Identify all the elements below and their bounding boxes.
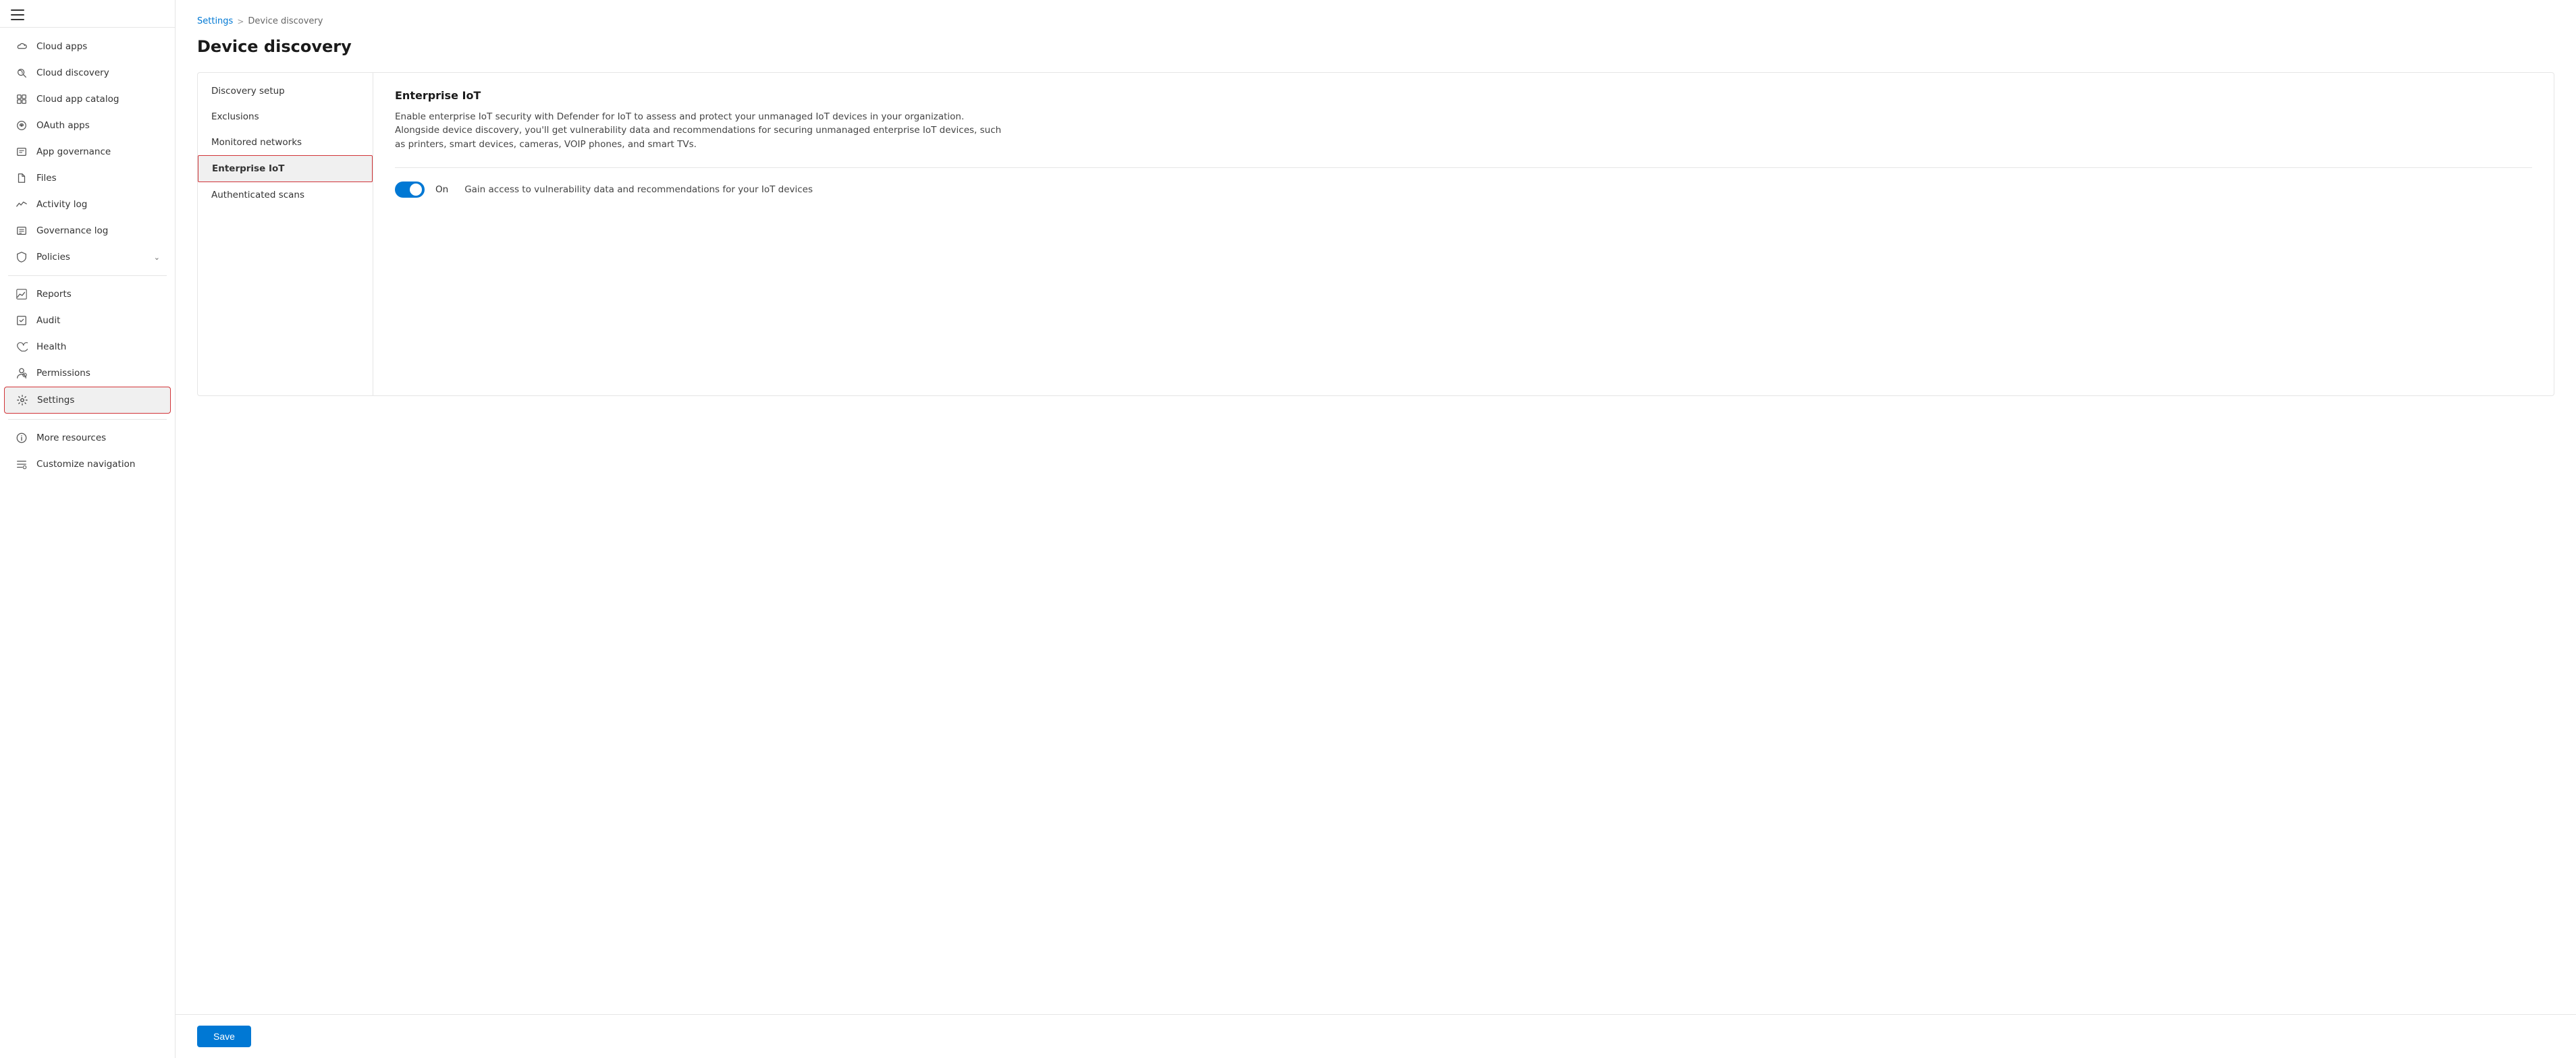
sidebar-nav: Cloud apps Cloud discovery [0, 28, 175, 1047]
sidebar-item-settings-label: Settings [37, 395, 74, 406]
sidebar-item-cloud-app-catalog-label: Cloud app catalog [36, 94, 119, 105]
settings-panel: Discovery setup Exclusions Monitored net… [197, 72, 2554, 396]
reports-icon [15, 287, 28, 301]
breadcrumb-separator: > [237, 17, 244, 26]
content-area: Settings > Device discovery Device disco… [176, 0, 2576, 1014]
toggle-slider [395, 182, 425, 198]
sidebar-header [0, 0, 175, 28]
sidebar-item-permissions[interactable]: Permissions [4, 360, 171, 386]
breadcrumb-current: Device discovery [248, 16, 323, 26]
page-title: Device discovery [197, 37, 2554, 56]
sidebar: Cloud apps Cloud discovery [0, 0, 176, 1058]
sidebar-item-cloud-discovery-label: Cloud discovery [36, 67, 109, 78]
cloud-discovery-icon [15, 66, 28, 80]
sidebar-item-health-label: Health [36, 341, 66, 352]
policies-chevron-icon: ⌄ [154, 253, 160, 262]
settings-nav-discovery-setup[interactable]: Discovery setup [198, 78, 373, 104]
files-icon [15, 171, 28, 185]
health-icon [15, 340, 28, 354]
enterprise-iot-title: Enterprise IoT [395, 89, 2532, 102]
sidebar-divider-1 [8, 275, 167, 276]
sidebar-item-oauth-apps[interactable]: OAuth apps [4, 113, 171, 138]
sidebar-item-policies-label: Policies [36, 252, 70, 262]
sidebar-item-cloud-apps-label: Cloud apps [36, 41, 87, 52]
audit-icon [15, 314, 28, 327]
sidebar-item-governance-log[interactable]: Governance log [4, 218, 171, 244]
sidebar-item-oauth-apps-label: OAuth apps [36, 120, 90, 131]
activity-icon [15, 198, 28, 211]
content-divider [395, 167, 2532, 168]
toggle-description: Gain access to vulnerability data and re… [464, 184, 813, 195]
sidebar-item-activity-log-label: Activity log [36, 199, 87, 210]
settings-nav-exclusions[interactable]: Exclusions [198, 104, 373, 130]
sidebar-divider-2 [8, 419, 167, 420]
sidebar-item-audit[interactable]: Audit [4, 308, 171, 333]
sidebar-item-customize-navigation-label: Customize navigation [36, 459, 135, 470]
sidebar-item-app-governance[interactable]: App governance [4, 139, 171, 165]
enterprise-iot-description: Enable enterprise IoT security with Defe… [395, 110, 1002, 151]
sidebar-item-customize-navigation[interactable]: Customize navigation [4, 451, 171, 477]
breadcrumb: Settings > Device discovery [197, 16, 2554, 26]
sidebar-item-health[interactable]: Health [4, 334, 171, 360]
sidebar-item-reports[interactable]: Reports [4, 281, 171, 307]
app-governance-icon [15, 145, 28, 159]
sidebar-item-permissions-label: Permissions [36, 368, 90, 379]
toggle-on-label: On [435, 184, 448, 195]
hamburger-menu[interactable] [11, 9, 24, 20]
sidebar-item-settings[interactable]: Settings [4, 387, 171, 414]
settings-sidebar: Discovery setup Exclusions Monitored net… [198, 73, 373, 395]
oauth-icon [15, 119, 28, 132]
sidebar-item-cloud-apps[interactable]: Cloud apps [4, 34, 171, 59]
save-bar: Save [176, 1014, 2576, 1058]
policies-icon [15, 250, 28, 264]
sidebar-item-more-resources[interactable]: More resources [4, 425, 171, 451]
enterprise-iot-toggle[interactable] [395, 182, 425, 198]
sidebar-item-more-resources-label: More resources [36, 433, 106, 443]
sidebar-item-app-governance-label: App governance [36, 146, 111, 157]
settings-nav-enterprise-iot[interactable]: Enterprise IoT [198, 155, 373, 182]
toggle-row: On Gain access to vulnerability data and… [395, 182, 2532, 198]
sidebar-item-files[interactable]: Files [4, 165, 171, 191]
permissions-icon [15, 366, 28, 380]
sidebar-item-cloud-discovery[interactable]: Cloud discovery [4, 60, 171, 86]
cloud-apps-icon [15, 40, 28, 53]
sidebar-item-policies[interactable]: Policies ⌄ [4, 244, 171, 270]
settings-nav-authenticated-scans[interactable]: Authenticated scans [198, 182, 373, 208]
settings-nav-monitored-networks[interactable]: Monitored networks [198, 130, 373, 155]
main-content: Settings > Device discovery Device disco… [176, 0, 2576, 1058]
more-resources-icon [15, 431, 28, 445]
sidebar-item-cloud-app-catalog[interactable]: Cloud app catalog [4, 86, 171, 112]
settings-content: Enterprise IoT Enable enterprise IoT sec… [373, 73, 2554, 395]
sidebar-item-reports-label: Reports [36, 289, 72, 300]
sidebar-item-activity-log[interactable]: Activity log [4, 192, 171, 217]
sidebar-item-governance-log-label: Governance log [36, 225, 108, 236]
customize-icon [15, 457, 28, 471]
governance-icon [15, 224, 28, 238]
catalog-icon [15, 92, 28, 106]
sidebar-item-files-label: Files [36, 173, 57, 184]
settings-icon [16, 393, 29, 407]
breadcrumb-parent[interactable]: Settings [197, 16, 233, 26]
save-button[interactable]: Save [197, 1026, 251, 1047]
sidebar-item-audit-label: Audit [36, 315, 60, 326]
